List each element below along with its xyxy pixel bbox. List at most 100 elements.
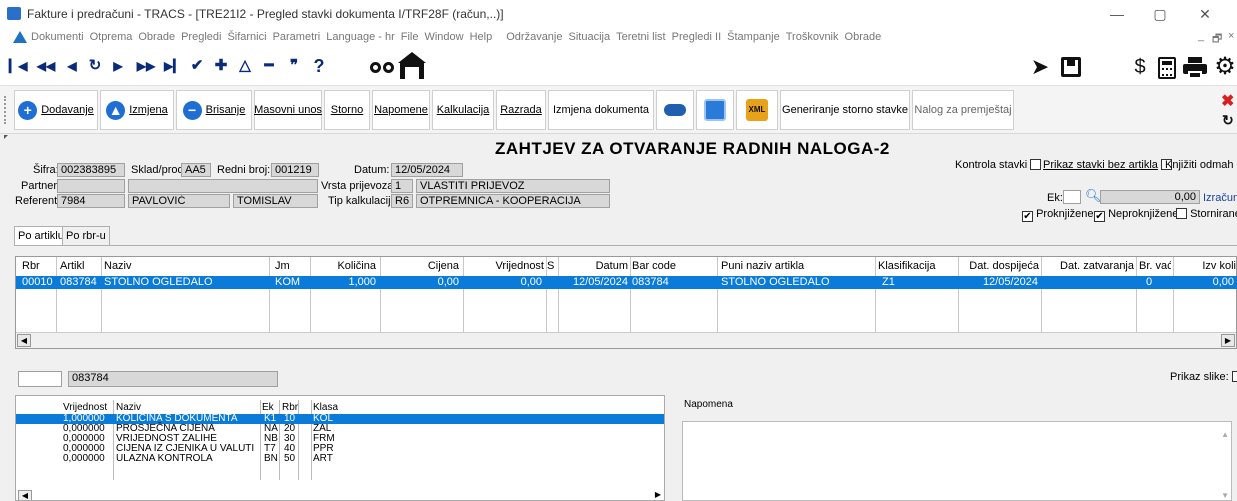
kontrola-stavki-option[interactable]: Kontrola stavki (955, 159, 1042, 171)
restore-button[interactable]: ▢ (1145, 4, 1175, 24)
notes-textarea[interactable]: ▲ ▼ (682, 421, 1232, 501)
sifra-field[interactable]: 002383895 (57, 163, 125, 177)
list-item[interactable]: 0,000000 PROSJEČNA CIJENA NA 20 ZAL (16, 423, 664, 434)
col-header-jm[interactable]: Jm (275, 257, 305, 276)
referent-last-field[interactable]: PAVLOVIĆ (128, 194, 230, 208)
calculate-link[interactable]: Izračunaj (1203, 192, 1237, 204)
notes-button[interactable]: Napomene (372, 90, 430, 130)
menu-item-help[interactable]: Help (470, 31, 493, 43)
bulk-entry-button[interactable]: Masovni unos (254, 90, 322, 130)
items-grid[interactable]: Rbr Artikl Naziv Jm Količina Cijena Vrij… (15, 256, 1237, 349)
partner-name-field[interactable] (128, 179, 318, 193)
split-button[interactable]: Razrada (496, 90, 546, 130)
menu-item-situacija[interactable]: Situacija (569, 31, 611, 43)
col-header-dat-zatvaranja[interactable]: Dat. zatvaranja (1046, 257, 1134, 276)
settings-gear-icon[interactable]: ⚙ (1212, 54, 1237, 80)
col-header-datum[interactable]: Datum (576, 257, 628, 276)
remove-minus-icon[interactable]: ━ (260, 54, 278, 78)
proknjizene-checkbox[interactable]: ✔ (1022, 211, 1033, 222)
prev-record-icon[interactable]: ◀ (64, 54, 80, 78)
minimize-button[interactable]: — (1102, 4, 1132, 24)
add-button[interactable]: + Dodavanje (14, 90, 98, 130)
mdi-close-button[interactable]: × (1228, 30, 1234, 42)
col-header-barcode[interactable]: Bar code (632, 257, 712, 276)
next-record-icon[interactable]: ▶ (110, 54, 126, 78)
list-scroll-right-icon[interactable]: ▶ (652, 490, 664, 500)
mdi-restore-button[interactable]: 🗗 (1212, 30, 1222, 49)
tab-po-rbr[interactable]: Po rbr-u (62, 226, 110, 246)
col-header-rbr[interactable]: Rbr (22, 257, 52, 276)
list-item[interactable]: 0,000000 VRIJEDNOST ZALIHE NB 30 FRM (16, 433, 664, 444)
first-record-button[interactable]: ▎◀ (9, 54, 27, 78)
transfer-order-button[interactable]: Nalog za premještaj (912, 90, 1014, 130)
help-icon[interactable]: ? (311, 54, 327, 78)
col-header-klasifikacija[interactable]: Klasifikacija (878, 257, 948, 276)
menu-item-parametri[interactable]: Parametri (273, 31, 321, 43)
quote-icon[interactable]: ❞ (285, 54, 303, 78)
last-record-button[interactable]: ▶▎ (164, 54, 182, 78)
add-plus-icon[interactable]: ✚ (212, 54, 230, 78)
gamepad-button[interactable] (656, 90, 694, 130)
tip-name-field[interactable]: OTPREMNICA - KOOPERACIJA (416, 194, 610, 208)
vrsta-name-field[interactable]: VLASTITI PRIJEVOZ (416, 179, 610, 193)
menu-item-pregledi-ii[interactable]: Pregledi II (672, 31, 722, 43)
close-red-x-icon[interactable]: ✖ (1221, 91, 1234, 111)
fast-forward-icon[interactable]: ▶▶ (134, 54, 158, 78)
delete-button[interactable]: − Brisanje (176, 90, 252, 130)
currency-icon[interactable]: $ (1127, 54, 1153, 80)
menu-item-održavanje[interactable]: Održavanje (506, 31, 562, 43)
sklad-field[interactable]: AA5 (181, 163, 211, 177)
prikaz-slike-checkbox[interactable] (1231, 371, 1237, 382)
printer-icon[interactable] (1183, 57, 1207, 79)
edit-button[interactable]: ▲ Izmjena (100, 90, 174, 130)
kontrola-checkbox[interactable] (1030, 159, 1042, 170)
filter-box-1[interactable] (18, 371, 62, 387)
touch-button[interactable] (696, 90, 734, 130)
vrsta-code-field[interactable]: 1 (391, 179, 413, 193)
binoculars-icon[interactable] (370, 60, 396, 74)
edit-triangle-icon[interactable]: △ (236, 54, 254, 78)
stornirane-checkbox[interactable] (1176, 208, 1187, 219)
list-item[interactable]: 1,000000 KOLIČINA S DOKUMENTA K1 10 KOL (16, 413, 664, 424)
col-header-vrijednost[interactable]: Vrijednost (476, 257, 544, 276)
list-item[interactable]: 0,000000 ULAZNA KONTROLA BN 50 ART (16, 453, 664, 464)
generate-storno-button[interactable]: Generiranje storno stavke (780, 90, 910, 130)
col-header-dat-dospijeca[interactable]: Dat. dospijeća (966, 257, 1039, 276)
prikaz-stavki-option[interactable]: Prikaz stavki bez artikla (1043, 159, 1172, 171)
col-header-s[interactable]: S (547, 257, 557, 276)
partner-code-field[interactable] (57, 179, 125, 193)
menu-item-troškovnik[interactable]: Troškovnik (786, 31, 839, 43)
save-disk-icon[interactable] (1061, 57, 1081, 77)
reload-icon[interactable]: ↻ (1222, 112, 1234, 129)
warehouse-icon[interactable] (398, 52, 426, 80)
col-header-izv-kol[interactable]: Izv koli (1176, 257, 1236, 276)
grid-horizontal-scrollbar[interactable]: ◀ ▶ (16, 332, 1236, 348)
menu-item-window[interactable]: Window (424, 31, 463, 43)
menu-item-pregledi[interactable]: Pregledi (181, 31, 221, 43)
ek-field[interactable] (1063, 190, 1081, 204)
storno-button[interactable]: Storno (324, 90, 370, 130)
col-header-artikl[interactable]: Artikl (60, 257, 100, 276)
calculator-icon[interactable] (1158, 57, 1176, 79)
tab-po-artiklu[interactable]: Po artiklu (14, 226, 68, 246)
notes-scroll-down-icon[interactable]: ▼ (1221, 491, 1229, 500)
menu-item-file[interactable]: File (401, 31, 419, 43)
neproknjizene-option[interactable]: ✔ Neproknjižene (1094, 208, 1178, 222)
col-header-puni-naziv[interactable]: Puni naziv artikla (721, 257, 861, 276)
menu-item-štampanje[interactable]: Štampanje (727, 31, 780, 43)
prikaz-slike-option[interactable]: Prikaz slike: (1170, 371, 1237, 383)
menu-item-obrade[interactable]: Obrade (138, 31, 175, 43)
stornirane-option[interactable]: Stornirane (1176, 208, 1237, 220)
knjiziti-option[interactable]: Knjižiti odmah (1165, 159, 1237, 171)
mdi-minimize-button[interactable]: _ (1198, 30, 1204, 42)
neproknjizene-checkbox[interactable]: ✔ (1094, 211, 1105, 222)
confirm-check-icon[interactable]: ✔ (188, 54, 206, 78)
menu-item-teretni-list[interactable]: Teretni list (616, 31, 666, 43)
scroll-right-icon[interactable]: ▶ (1221, 334, 1235, 347)
scroll-left-icon[interactable]: ◀ (17, 334, 31, 347)
menu-item-šifarnici[interactable]: Šifarnici (227, 31, 266, 43)
notes-scroll-up-icon[interactable]: ▲ (1221, 430, 1229, 439)
referent-first-field[interactable]: TOMISLAV (233, 194, 318, 208)
rbr-field[interactable]: 001219 (271, 163, 319, 177)
col-header-br-vac[interactable]: Br. vać (1139, 257, 1171, 276)
